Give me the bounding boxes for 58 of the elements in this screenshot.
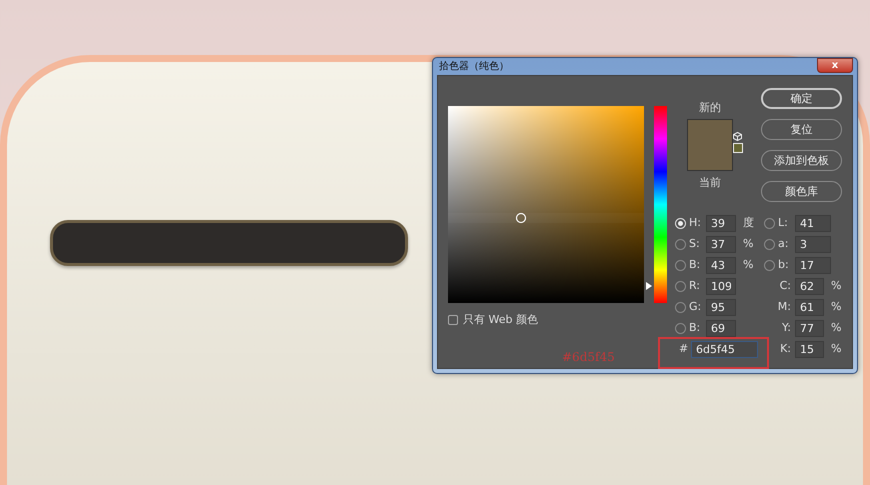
value-field[interactable]: 61 <box>795 299 824 316</box>
value-field[interactable]: 95 <box>706 299 736 316</box>
value-field[interactable]: 43 <box>706 257 736 274</box>
swatch-label: 新的 <box>699 100 721 116</box>
radio-button[interactable] <box>764 218 775 229</box>
radio-button[interactable] <box>675 281 686 292</box>
radio-button[interactable] <box>675 239 686 250</box>
value-field[interactable]: 15 <box>795 341 824 358</box>
unit-label: 度 <box>742 215 754 232</box>
value-field[interactable]: 17 <box>795 257 831 274</box>
hex-field[interactable]: 6d5f45 <box>691 341 758 358</box>
value-field[interactable]: 41 <box>795 215 831 232</box>
radio-button[interactable] <box>675 302 686 313</box>
picker-marker[interactable] <box>516 213 526 224</box>
field-label: b: <box>778 257 790 274</box>
dialog-button[interactable]: 颜色库 <box>761 181 842 202</box>
field-label: # <box>678 341 687 358</box>
cube-icon[interactable] <box>733 132 742 141</box>
unit-label: % <box>742 257 754 274</box>
window-title: 拾色器（纯色） <box>438 60 509 74</box>
field-label: H: <box>689 215 702 232</box>
field-label: L: <box>778 215 789 232</box>
unit-label: % <box>830 341 842 358</box>
field-label: G: <box>689 299 702 316</box>
field-label: R: <box>689 278 702 294</box>
field-label: C: <box>778 278 792 294</box>
radio-button[interactable] <box>764 260 775 271</box>
value-field[interactable]: 37 <box>706 236 736 253</box>
field-label: B: <box>689 257 702 274</box>
checkbox[interactable] <box>448 315 458 326</box>
field-label: a: <box>778 236 790 252</box>
value-field[interactable]: 77 <box>795 320 824 337</box>
dialog-button[interactable]: 复位 <box>761 119 842 140</box>
color-field[interactable] <box>448 106 644 303</box>
radio-button[interactable] <box>675 323 686 334</box>
value-field[interactable]: 39 <box>706 215 736 232</box>
unit-label: % <box>830 278 842 294</box>
annotation-text: #6d5f45 <box>562 349 615 366</box>
field-label: Y: <box>781 320 792 336</box>
checkbox-label: 只有 Web 颜色 <box>463 312 538 328</box>
dialog-button[interactable]: 确定 <box>761 88 842 109</box>
dialog-button[interactable]: 添加到色板 <box>761 150 842 171</box>
close-button[interactable]: x <box>817 58 853 73</box>
value-field[interactable]: 62 <box>795 278 824 295</box>
value-field[interactable]: 69 <box>706 320 736 337</box>
field-label: K: <box>779 341 792 358</box>
radio-button[interactable] <box>675 260 686 271</box>
unit-label: % <box>830 299 842 316</box>
unit-label: % <box>742 236 754 252</box>
value-field[interactable]: 109 <box>706 278 736 295</box>
field-label: B: <box>689 320 702 336</box>
swatch-label: 当前 <box>699 174 721 190</box>
field-label: M: <box>776 299 792 316</box>
unit-label: % <box>830 320 842 336</box>
web-safe-swatch[interactable] <box>733 143 743 153</box>
value-field[interactable]: 3 <box>795 236 831 253</box>
radio-button[interactable] <box>764 239 775 250</box>
field-label: S: <box>689 236 701 252</box>
